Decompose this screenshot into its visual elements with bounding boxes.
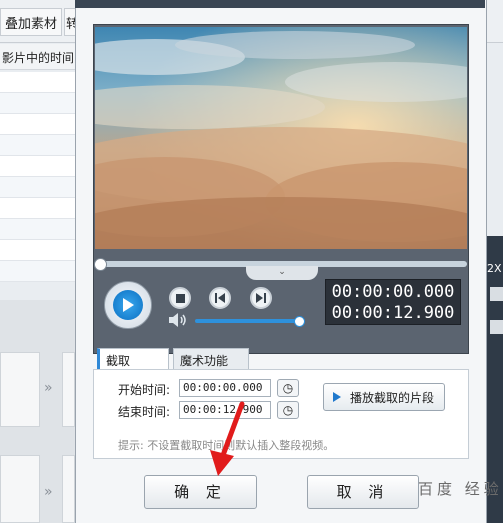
list-row[interactable] bbox=[0, 240, 75, 261]
speed-label: 2X bbox=[487, 262, 502, 275]
storyboard-slot[interactable] bbox=[0, 352, 40, 427]
stop-icon bbox=[175, 293, 185, 303]
storyboard-slot[interactable] bbox=[62, 455, 75, 523]
collapse-toggle[interactable]: ⌄ bbox=[246, 266, 318, 280]
tab-clip[interactable]: 截取 bbox=[97, 348, 169, 370]
start-time-label: 开始时间: bbox=[118, 383, 171, 397]
chevron-right-icon: » bbox=[44, 380, 53, 396]
list-row[interactable] bbox=[0, 198, 75, 219]
current-time: 00:00:00.000 bbox=[331, 282, 455, 302]
play-icon bbox=[113, 290, 143, 320]
video-preview bbox=[95, 27, 467, 249]
play-button[interactable] bbox=[104, 281, 152, 329]
play-segment-button[interactable]: 播放截取的片段 bbox=[323, 383, 445, 411]
next-frame-button[interactable] bbox=[250, 287, 272, 309]
column-header-time: 影片中的时间 bbox=[0, 44, 75, 70]
clock-icon: ◷ bbox=[282, 381, 294, 395]
list-row[interactable] bbox=[0, 72, 75, 93]
clouds-image bbox=[95, 27, 467, 249]
seek-handle[interactable] bbox=[94, 258, 107, 271]
watermark: 百度 经验 bbox=[418, 480, 503, 498]
set-start-time-button[interactable]: ◷ bbox=[277, 379, 299, 397]
list-row[interactable] bbox=[0, 177, 75, 198]
list-row[interactable] bbox=[0, 114, 75, 135]
list-row[interactable] bbox=[0, 93, 75, 114]
storyboard-slot[interactable] bbox=[0, 455, 40, 523]
side-button[interactable] bbox=[490, 320, 503, 334]
list-row[interactable] bbox=[0, 219, 75, 240]
list-row[interactable] bbox=[0, 156, 75, 177]
start-time-input[interactable]: 00:00:00.000 bbox=[179, 379, 271, 397]
stop-button[interactable] bbox=[169, 287, 191, 309]
chevron-right-icon: » bbox=[44, 484, 53, 500]
prev-frame-icon bbox=[215, 293, 225, 303]
list-row[interactable] bbox=[0, 135, 75, 156]
side-button[interactable] bbox=[490, 287, 503, 301]
time-display: 00:00:00.000 00:00:12.900 bbox=[325, 279, 461, 325]
chevron-down-icon: ⌄ bbox=[278, 267, 286, 277]
set-end-time-button[interactable]: ◷ bbox=[277, 401, 299, 419]
play-small-icon bbox=[333, 392, 341, 402]
annotation-arrow bbox=[200, 400, 250, 483]
play-segment-label: 播放截取的片段 bbox=[350, 390, 435, 405]
volume-icon[interactable] bbox=[168, 312, 188, 331]
total-time: 00:00:12.900 bbox=[331, 303, 455, 323]
dialog-titlebar bbox=[75, 0, 485, 8]
clock-icon: ◷ bbox=[282, 403, 294, 417]
tab-overlay-material[interactable]: 叠加素材 bbox=[0, 8, 62, 36]
storyboard-slot[interactable] bbox=[62, 352, 75, 427]
prev-frame-button[interactable] bbox=[209, 287, 231, 309]
next-frame-icon bbox=[256, 293, 266, 303]
list-row[interactable] bbox=[0, 261, 75, 282]
cancel-button[interactable]: 取 消 bbox=[307, 475, 419, 509]
volume-handle[interactable] bbox=[294, 316, 305, 327]
volume-slider[interactable] bbox=[195, 319, 299, 323]
end-time-label: 结束时间: bbox=[118, 405, 171, 419]
tab-magic[interactable]: 魔术功能 bbox=[173, 348, 249, 370]
